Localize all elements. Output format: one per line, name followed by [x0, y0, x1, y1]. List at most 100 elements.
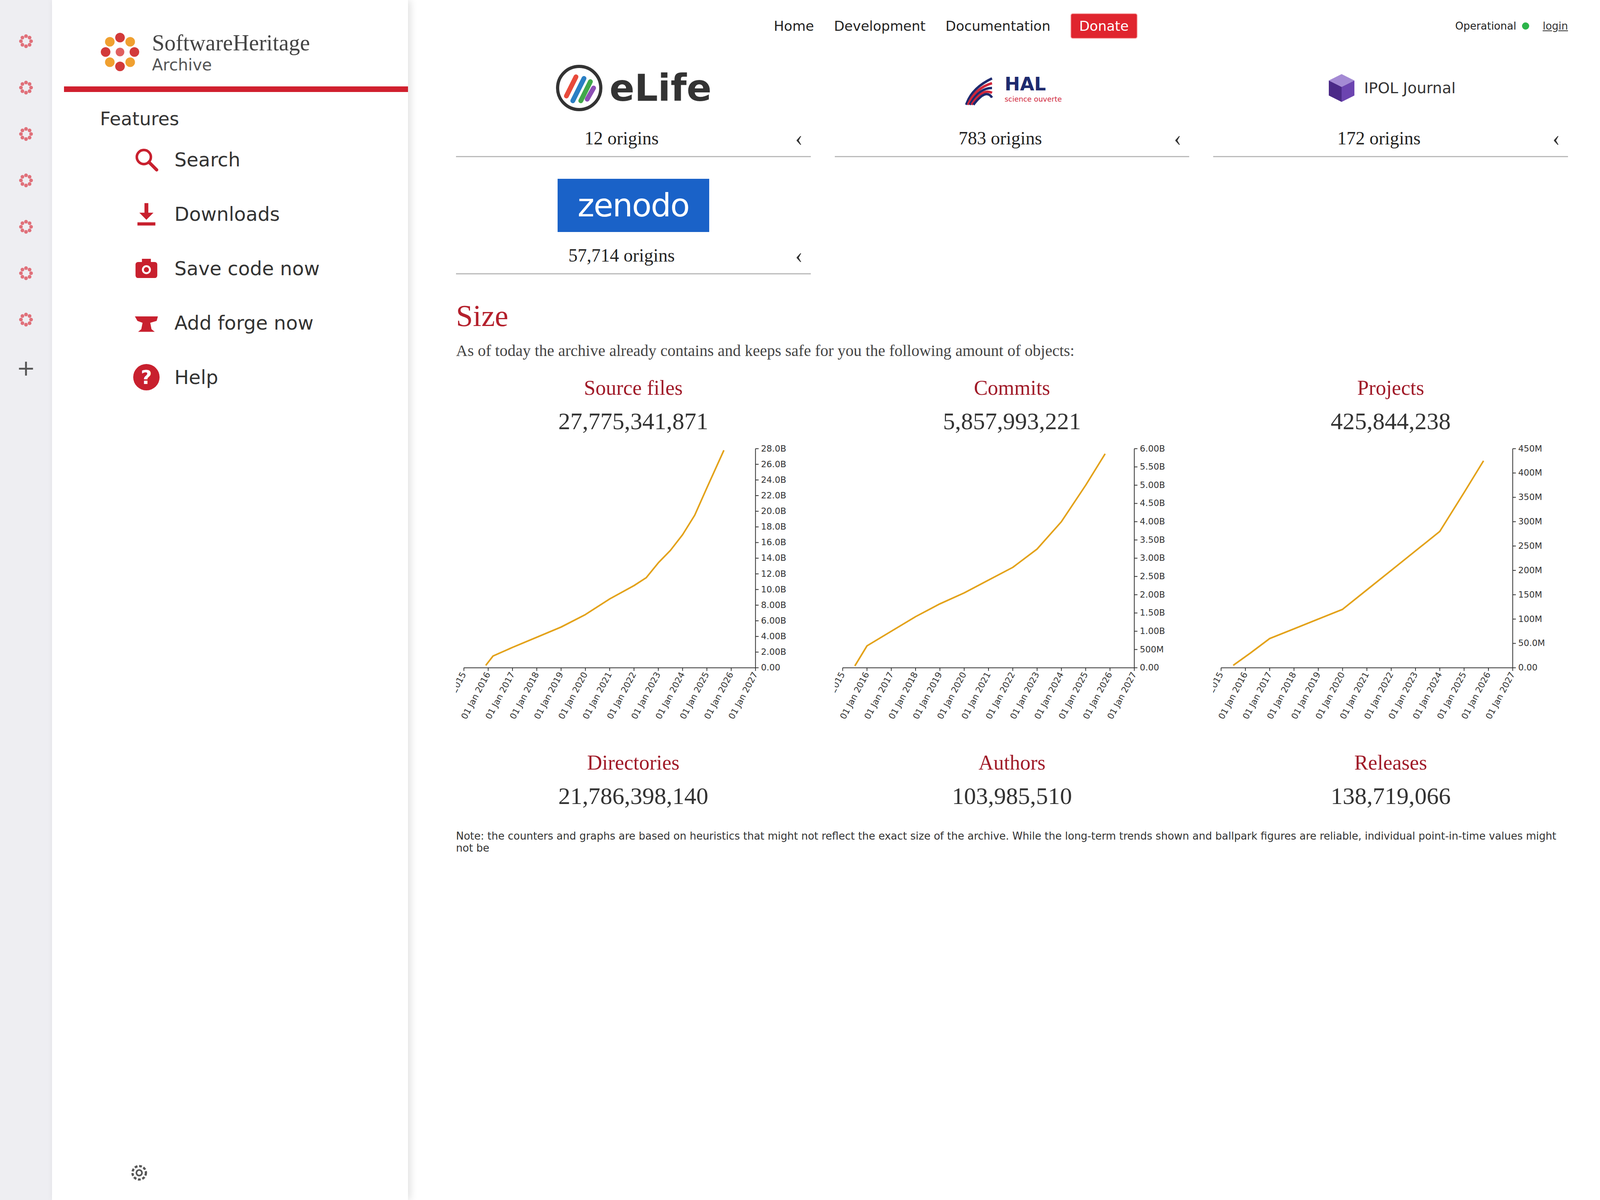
counter-value: 21,786,398,140: [558, 782, 709, 810]
nav-link[interactable]: Development: [834, 18, 926, 34]
app-icon[interactable]: [16, 264, 36, 283]
svg-text:1.50B: 1.50B: [1139, 607, 1165, 618]
y-tick: 200M: [1512, 565, 1543, 576]
counter-label: Source files: [584, 376, 683, 400]
app-icon[interactable]: [16, 310, 36, 329]
sidebar-item[interactable]: Add forge now: [132, 304, 408, 341]
page: + SoftwareHeritageArchive Features Search Do…: [0, 0, 1600, 1200]
series-line: [854, 453, 1106, 666]
sidebar-item[interactable]: Downloads: [132, 196, 408, 232]
add-button[interactable]: +: [16, 356, 36, 380]
y-tick: 4.50B: [1134, 498, 1165, 508]
browser-strip: +: [0, 0, 52, 1200]
y-tick: 1.00B: [1134, 626, 1165, 636]
counter: Projects 425,844,238 0.00 50.0M 100M 150M 200M…: [1213, 376, 1568, 739]
y-tick: 16.0B: [755, 537, 787, 548]
counter-value: 5,857,993,221: [942, 407, 1081, 436]
deposit-list: eLife12 origins‹HALscience ouverte783 or…: [456, 56, 1568, 275]
counter: Source files27,775,341,8710.002.00B4.00B…: [456, 376, 811, 739]
donate-button[interactable]: Donate: [1070, 13, 1138, 39]
svg-text:4.00B: 4.00B: [1139, 516, 1165, 527]
svg-text:4.50B: 4.50B: [1139, 498, 1165, 508]
y-tick: 150M: [1512, 589, 1543, 600]
svg-text:01 Jan 2027: 01 Jan 2027: [1105, 670, 1139, 721]
svg-text:100M: 100M: [1518, 614, 1543, 624]
y-tick: 500M: [1134, 644, 1164, 655]
svg-text:12.0B: 12.0B: [761, 568, 787, 579]
svg-text:28.0B: 28.0B: [761, 443, 787, 454]
status-text: Operational: [1455, 20, 1517, 32]
expand-toggle[interactable]: ‹: [1166, 126, 1190, 150]
svg-text:500M: 500M: [1139, 644, 1164, 655]
x-tick: 01 Jan 2027: [1105, 667, 1139, 721]
logo-sub: Archive: [152, 55, 310, 74]
y-tick: 6.00B: [755, 615, 787, 626]
anvil-icon: [133, 310, 160, 336]
size-heading: Size: [456, 298, 1568, 334]
counter-value: 27,775,341,871: [558, 407, 709, 436]
deposit-card[interactable]: eLife12 origins‹: [456, 56, 811, 158]
svg-text:450M: 450M: [1518, 443, 1543, 454]
deposit-card[interactable]: zenodo57,714 origins‹: [456, 173, 811, 275]
y-tick: 1.50B: [1134, 607, 1165, 618]
y-tick: 2.00B: [1134, 589, 1165, 600]
svg-text:5.50B: 5.50B: [1139, 461, 1165, 472]
counter-value: 425,844,238: [1330, 407, 1451, 436]
app-icon[interactable]: [16, 217, 36, 236]
y-tick: 4.00B: [1134, 516, 1165, 527]
help-icon: ?: [133, 364, 160, 391]
counter: Commits5,857,993,2210.00500M1.00B1.50B2.…: [834, 376, 1190, 739]
svg-text:4.00B: 4.00B: [761, 631, 787, 642]
series-line: [485, 450, 724, 666]
nav-link[interactable]: Home: [774, 18, 814, 34]
y-tick: 50.0M: [1512, 638, 1546, 648]
x-tick: 01 Jan 2027: [1483, 667, 1517, 721]
y-tick: 350M: [1512, 492, 1543, 502]
expand-toggle[interactable]: ‹: [787, 126, 811, 150]
y-tick: 14.0B: [755, 552, 787, 563]
note: Note: the counters and graphs are based …: [456, 830, 1568, 854]
y-tick: 300M: [1512, 516, 1543, 527]
sidebar-item[interactable]: Search: [132, 141, 408, 178]
sidebar-item[interactable]: ?Help: [132, 359, 408, 396]
svg-text:10.0B: 10.0B: [761, 584, 787, 595]
expand-toggle[interactable]: ‹: [1544, 126, 1568, 150]
y-tick: 100M: [1512, 614, 1543, 624]
deposit-name: zenodo: [557, 178, 710, 232]
deposit-card[interactable]: IPOL Journal172 origins‹: [1213, 56, 1568, 158]
y-tick: 400M: [1512, 467, 1543, 478]
logo[interactable]: SoftwareHeritageArchive: [64, 28, 408, 76]
deposit-card[interactable]: HALscience ouverte783 origins‹: [834, 56, 1190, 158]
svg-text:14.0B: 14.0B: [761, 552, 787, 563]
counter-label: Directories: [587, 750, 680, 775]
svg-text:250M: 250M: [1518, 540, 1543, 551]
deposit-name: eLife: [609, 66, 712, 110]
nav-link[interactable]: Documentation: [945, 18, 1051, 34]
app-icon[interactable]: [16, 78, 36, 97]
svg-text:2.00B: 2.00B: [761, 646, 787, 657]
svg-text:2.00B: 2.00B: [1139, 589, 1165, 600]
status-dot: [1522, 22, 1530, 30]
sidebar-item[interactable]: Save code now: [132, 250, 408, 287]
y-tick: 2.00B: [755, 646, 787, 657]
svg-text:8.00B: 8.00B: [761, 600, 787, 610]
gear-icon[interactable]: [128, 1161, 151, 1184]
deposit-name: IPOL Journal: [1364, 79, 1456, 97]
svg-text:01 Jan 2027: 01 Jan 2027: [726, 670, 760, 721]
expand-toggle[interactable]: ‹: [787, 244, 811, 267]
app-icon[interactable]: [16, 124, 36, 144]
app-icon[interactable]: [16, 32, 36, 51]
login-link[interactable]: login: [1542, 20, 1568, 32]
main-content: Home Development Documentation Donate Operat…: [408, 0, 1600, 1200]
y-tick: 18.0B: [755, 521, 787, 532]
svg-text:400M: 400M: [1518, 467, 1543, 478]
svg-text:6.00B: 6.00B: [761, 615, 787, 626]
svg-text:0.00: 0.00: [1518, 662, 1538, 673]
svg-text:50.0M: 50.0M: [1518, 638, 1546, 648]
features-heading: Features: [64, 108, 408, 130]
app-icon[interactable]: [16, 171, 36, 190]
y-tick: 10.0B: [755, 584, 787, 595]
cube-icon: [1325, 72, 1358, 104]
growth-chart: 0.00 50.0M 100M 150M 200M 250M 300M 350M 400M 450…: [1213, 439, 1568, 739]
counter-label: Projects: [1357, 376, 1425, 400]
